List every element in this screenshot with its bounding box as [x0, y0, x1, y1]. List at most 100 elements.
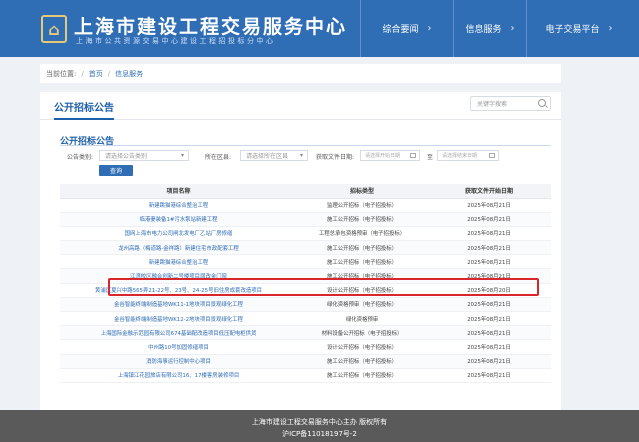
nav-item-label: 信息服务 — [465, 25, 502, 35]
chevron-right-icon: › — [427, 23, 432, 34]
chevron-right-icon: › — [510, 23, 515, 34]
project-name-link[interactable]: 国网上海市电力公司闸北发电厂乙站厂房修缮 — [60, 226, 297, 242]
chevron-down-icon: ▾ — [299, 152, 303, 159]
start-date: 2025年08月21日 — [427, 268, 551, 284]
table-row: 江湾校区融合创新二号楼项目弱改金门窗 施工公开招标（电子招投标） 2025年08月2… — [60, 268, 551, 284]
start-date: 2025年08月21日 — [427, 198, 551, 213]
date-start-input[interactable]: 请选择开始日期 — [360, 150, 420, 161]
project-name-link[interactable]: 新建跳猫港综合整治工程 — [60, 198, 297, 213]
category-label: 公告类别: — [67, 154, 94, 161]
column-header-date: 获取文件开始日期 — [427, 184, 551, 199]
tender-type: 绿化资格预审 — [297, 311, 427, 327]
project-name-link[interactable]: 上海国际金融示范园有限公司674基础配改造项目低压配电柜供货 — [60, 325, 297, 341]
calendar-icon — [489, 153, 495, 158]
table-row: 中州路10号加固修缮项目 设计公开招标（电子招投标） 2025年08月21日 — [60, 339, 551, 355]
site-logo[interactable]: ⌂ — [41, 15, 67, 43]
start-date: 2025年08月21日 — [427, 240, 551, 256]
chevron-right-icon: › — [608, 23, 613, 34]
column-header-type: 招标类型 — [297, 184, 427, 199]
date-to-label: 至 — [427, 154, 434, 161]
table-row: 上海国际金融示范园有限公司674基础配改造项目低压配电柜供货 材料设备公开招标（电… — [60, 325, 551, 341]
start-date: 2025年08月21日 — [427, 354, 551, 369]
site-title: 上海市建设工程交易服务中心 — [74, 16, 348, 38]
project-name-link[interactable]: 黄浦区夏兴中路565弄21-22号、23号、24-25号旧住房成套改造项目 — [60, 283, 297, 298]
query-button[interactable]: 查询 — [99, 165, 133, 176]
breadcrumb-separator: / — [107, 69, 111, 78]
nav-item-e-trading[interactable]: 电子交易平台 › — [527, 0, 631, 57]
category-placeholder: 请选择公告类别 — [105, 153, 148, 160]
table-row: 临港妻装备1#污水泵站新建工程 施工公开招标（电子招投标） 2025年08月21日 — [60, 212, 551, 227]
table-row: 黄浦区夏兴中路565弄21-22号、23号、24-25号旧住房成套改造项目 设计公… — [60, 283, 551, 298]
column-header-name: 项目名称 — [60, 184, 297, 199]
footer-copyright: 上海市建设工程交易服务中心主办 版权所有 — [251, 418, 388, 426]
keyword-search-input[interactable]: 关键字搜索 — [470, 96, 551, 111]
project-name-link[interactable]: 上海镇江花园旅店有限公司16、17楼客房装修项目 — [60, 368, 297, 383]
tender-type: 监理公开招标（电子招投标） — [297, 198, 427, 213]
calendar-icon — [410, 153, 416, 158]
start-date: 2025年08月21日 — [427, 212, 551, 227]
start-date: 2025年08月21日 — [427, 339, 551, 355]
project-name-link[interactable]: 龙州高路（梅道路-金祥路）新建住宅市政配套工程 — [60, 240, 297, 256]
nav-item-label: 电子交易平台 — [545, 25, 600, 35]
divider — [60, 145, 551, 146]
project-name-link[interactable]: 金谷智能终端制造基地WK11-1地块项目景观绿化工程 — [60, 297, 297, 313]
tender-table: 项目名称 招标类型 获取文件开始日期 新建跳猫港综合整治工程 监理公开招标（电子招… — [60, 184, 551, 383]
tender-type: 工程总承包资格预审（电子招投标） — [297, 226, 427, 242]
project-name-link[interactable]: 江湾校区融合创新二号楼项目弱改金门窗 — [60, 268, 297, 284]
tender-type: 施工公开招标（电子招投标） — [297, 212, 427, 227]
table-header-row: 项目名称 招标类型 获取文件开始日期 — [60, 184, 551, 199]
nav-item-label: 综合要闻 — [382, 25, 419, 35]
table-row: 龙州高路（梅道路-金祥路）新建住宅市政配套工程 施工公开招标（电子招投标） 2025… — [60, 240, 551, 256]
table-row: 上海镇江花园旅店有限公司16、17楼客房装修项目 施工公开招标（电子招投标） 202… — [60, 368, 551, 383]
start-date: 2025年08月21日 — [427, 311, 551, 327]
footer-icp[interactable]: 沪ICP备11018197号-2 — [0, 429, 639, 439]
nav-item-news[interactable]: 综合要闻 › — [361, 0, 453, 57]
breadcrumb-prefix: 当前位置: — [46, 69, 77, 78]
search-icon[interactable] — [538, 99, 546, 107]
site-subtitle: 上海市公共资源交易中心建设工程招投标分中心 — [76, 37, 276, 45]
project-name-link[interactable]: 中州路10号加固修缮项目 — [60, 339, 297, 355]
tender-type: 施工公开招标（电子招投标） — [297, 268, 427, 284]
tender-type: 材料设备公开招标（电子招投标） — [297, 325, 427, 341]
tender-type: 施工公开招标（电子招投标） — [297, 368, 427, 383]
start-date: 2025年08月21日 — [427, 254, 551, 270]
project-name-link[interactable]: 临港妻装备1#污水泵站新建工程 — [60, 212, 297, 227]
table-row: 新建跳猫港综合整治工程 施工公开招标（电子招投标） 2025年08月21日 — [60, 254, 551, 270]
tender-type: 施工公开招标（电子招投标） — [297, 254, 427, 270]
date-start-placeholder: 请选择开始日期 — [365, 153, 401, 159]
site-footer: 上海市建设工程交易服务中心主办 版权所有 沪ICP备11018197号-2 — [0, 410, 639, 442]
nav-item-info-service[interactable]: 信息服务 › — [454, 0, 526, 57]
search-placeholder: 关键字搜索 — [477, 101, 508, 108]
tender-type: 设计公开招标（电子招投标） — [297, 283, 427, 298]
table-row: 国网上海市电力公司闸北发电厂乙站厂房修缮 工程总承包资格预审（电子招投标） 2025… — [60, 226, 551, 242]
start-date: 2025年08月21日 — [427, 368, 551, 383]
start-date: 2025年08月20日 — [427, 283, 551, 298]
breadcrumb-separator: / — [81, 69, 84, 78]
breadcrumb: 当前位置: / 首页 / 信息服务 — [40, 64, 561, 83]
start-date: 2025年08月21日 — [427, 226, 551, 242]
breadcrumb-current[interactable]: 信息服务 — [115, 69, 143, 79]
table-row: 消防海事运行控制中心项目 施工公开招标（电子招投标） 2025年08月21日 — [60, 354, 551, 369]
tender-type: 设计公开招标（电子招投标） — [297, 339, 427, 355]
title-underline — [54, 118, 114, 120]
table-row: 新建跳猫港综合整治工程 监理公开招标（电子招投标） 2025年08月21日 — [60, 198, 551, 213]
site-header: ⌂ 上海市建设工程交易服务中心 上海市公共资源交易中心建设工程招投标分中心 综合… — [0, 0, 639, 57]
project-name-link[interactable]: 消防海事运行控制中心项目 — [60, 354, 297, 369]
category-select[interactable]: 请选择公告类别 ▾ — [99, 150, 189, 161]
tender-type: 施工公开招标（电子招投标） — [297, 240, 427, 256]
start-date: 2025年08月21日 — [427, 297, 551, 313]
date-end-input[interactable]: 请选择结束日期 — [437, 150, 499, 161]
chevron-down-icon: ▾ — [180, 152, 184, 159]
project-name-link[interactable]: 金谷智能终端制造基地WK12-2地块项目景观绿化工程 — [60, 311, 297, 327]
page-title: 公开招标公告 — [54, 103, 114, 114]
tender-type: 绿化资格预审（电子招投标） — [297, 297, 427, 313]
project-name-link[interactable]: 新建跳猫港综合整治工程 — [60, 254, 297, 270]
start-date: 2025年08月21日 — [427, 325, 551, 341]
tender-type: 施工公开招标（电子招投标） — [297, 354, 427, 369]
breadcrumb-home-link[interactable]: 首页 — [89, 69, 103, 79]
region-placeholder: 请选择所在区县 — [246, 153, 289, 160]
date-label: 获取文件日期: — [316, 154, 355, 161]
main-panel: 公开招标公告 关键字搜索 公开招标公告 公告类别: 请选择公告类别 ▾ 所在区县… — [40, 92, 561, 422]
table-row: 金谷智能终端制造基地WK12-2地块项目景观绿化工程 绿化资格预审 2025年08月… — [60, 311, 551, 327]
region-select[interactable]: 请选择所在区县 ▾ — [240, 150, 308, 161]
